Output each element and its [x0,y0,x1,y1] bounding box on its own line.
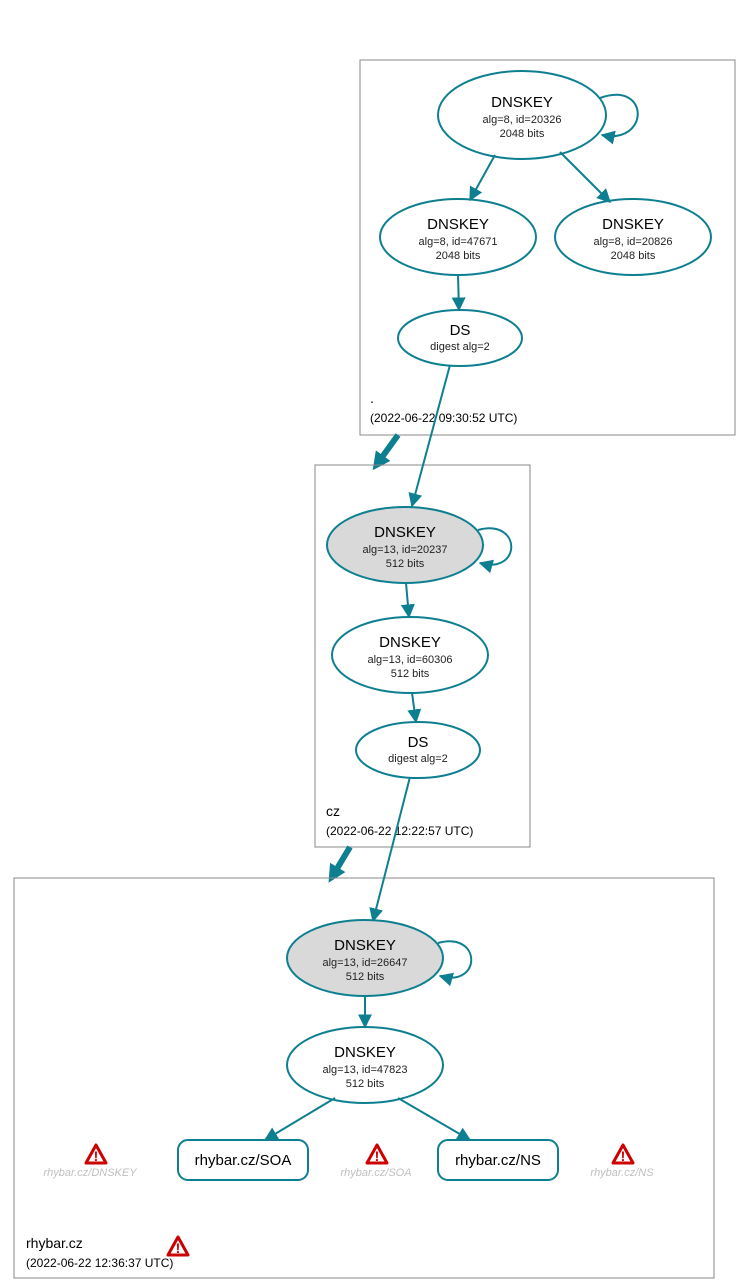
warning-icon: ! [367,1145,387,1164]
zone-label-cz: cz [326,803,340,819]
svg-text:2048 bits: 2048 bits [611,250,656,262]
zone-label-root: . [370,390,374,406]
svg-text:digest alg=2: digest alg=2 [430,341,490,353]
svg-text:alg=8, id=20826: alg=8, id=20826 [594,236,673,248]
node-root-zsk1: DNSKEY alg=8, id=47671 2048 bits [380,199,536,275]
edge-rhybar-zsk-ns [398,1098,470,1140]
edge-cz-ksk-zsk [406,583,409,617]
svg-text:!: ! [176,1240,181,1256]
node-cz-ds: DS digest alg=2 [356,722,480,778]
edge-cz-ds-rhybar-ksk [373,777,410,921]
node-rhybar-zsk: DNSKEY alg=13, id=47823 512 bits [287,1027,443,1103]
node-rhybar-ksk: DNSKEY alg=13, id=26647 512 bits [287,920,443,996]
svg-text:DNSKEY: DNSKEY [491,94,553,111]
dnssec-graph: . (2022-06-22 09:30:52 UTC) DNSKEY alg=8… [0,0,744,1282]
svg-text:512 bits: 512 bits [346,971,385,983]
svg-text:DS: DS [408,734,429,751]
svg-text:rhybar.cz/NS: rhybar.cz/NS [455,1152,541,1169]
warning-icon: ! [86,1145,106,1164]
warning-icon: ! [168,1237,188,1256]
svg-text:512 bits: 512 bits [391,668,430,680]
edge-root-ksk-zsk2 [560,152,610,202]
svg-text:alg=13, id=26647: alg=13, id=26647 [322,957,407,969]
edge-rhybar-zsk-soa [265,1098,335,1140]
svg-text:!: ! [375,1148,380,1164]
ghost-dnskey: rhybar.cz/DNSKEY [43,1167,137,1179]
svg-text:DS: DS [450,322,471,339]
svg-text:2048 bits: 2048 bits [500,128,545,140]
ghost-ns: rhybar.cz/NS [590,1167,654,1179]
node-cz-zsk: DNSKEY alg=13, id=60306 512 bits [332,617,488,693]
node-cz-ksk: DNSKEY alg=13, id=20237 512 bits [327,507,483,583]
edge-cz-zsk-ds [412,693,416,722]
edge-root-zsk1-ds [458,275,459,310]
svg-text:DNSKEY: DNSKEY [334,1044,396,1061]
edge-root-to-cz-heavy [380,435,398,460]
svg-text:!: ! [621,1148,626,1164]
zone-ts-cz: (2022-06-22 12:22:57 UTC) [326,824,473,838]
node-root-zsk2: DNSKEY alg=8, id=20826 2048 bits [555,199,711,275]
svg-text:DNSKEY: DNSKEY [427,216,489,233]
svg-text:alg=13, id=20237: alg=13, id=20237 [362,544,447,556]
edge-root-ksk-zsk1 [470,155,495,200]
node-root-ds: DS digest alg=2 [398,310,522,366]
svg-text:DNSKEY: DNSKEY [602,216,664,233]
svg-text:alg=8, id=20326: alg=8, id=20326 [483,114,562,126]
svg-text:alg=8, id=47671: alg=8, id=47671 [419,236,498,248]
node-root-ksk: DNSKEY alg=8, id=20326 2048 bits [438,71,606,159]
node-rhybar-ns: rhybar.cz/NS [438,1140,558,1180]
zone-ts-rhybar: (2022-06-22 12:36:37 UTC) [26,1256,173,1270]
svg-text:alg=13, id=60306: alg=13, id=60306 [367,654,452,666]
svg-text:DNSKEY: DNSKEY [374,524,436,541]
zone-label-rhybar: rhybar.cz [26,1235,83,1251]
svg-text:2048 bits: 2048 bits [436,250,481,262]
svg-text:digest alg=2: digest alg=2 [388,753,448,765]
ghost-soa: rhybar.cz/SOA [340,1167,411,1179]
svg-text:512 bits: 512 bits [386,558,425,570]
svg-text:512 bits: 512 bits [346,1078,385,1090]
svg-text:rhybar.cz/SOA: rhybar.cz/SOA [195,1152,292,1169]
svg-text:DNSKEY: DNSKEY [379,634,441,651]
svg-text:!: ! [94,1148,99,1164]
edge-cz-to-rhybar-heavy [335,847,350,872]
warning-icon: ! [613,1145,633,1164]
svg-text:DNSKEY: DNSKEY [334,937,396,954]
svg-text:alg=13, id=47823: alg=13, id=47823 [322,1064,407,1076]
node-rhybar-soa: rhybar.cz/SOA [178,1140,308,1180]
zone-ts-root: (2022-06-22 09:30:52 UTC) [370,411,517,425]
